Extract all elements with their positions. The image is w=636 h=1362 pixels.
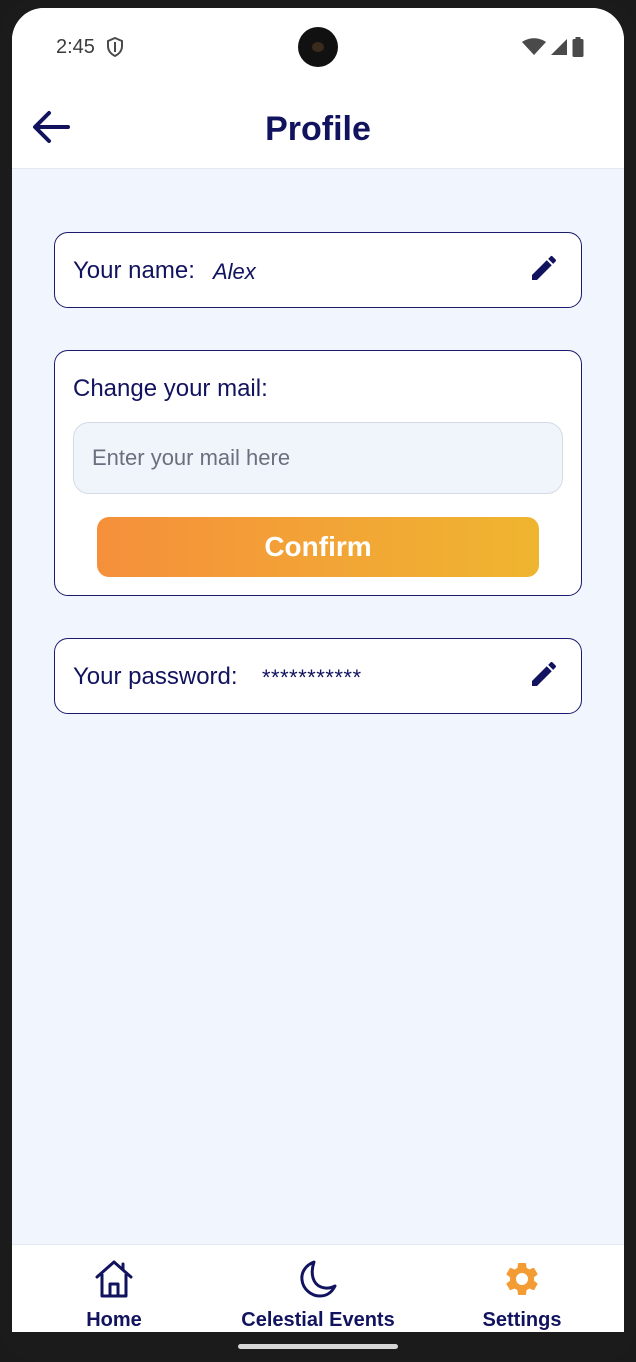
- signal-icon: [550, 38, 568, 61]
- confirm-button[interactable]: Confirm: [97, 517, 539, 577]
- nav-item-settings[interactable]: Settings: [462, 1245, 582, 1332]
- nav-label-home: Home: [86, 1309, 142, 1331]
- mail-card: Change your mail: Confirm: [54, 350, 582, 596]
- battery-icon: [572, 37, 584, 62]
- nav-label-celestial-events: Celestial Events: [241, 1309, 395, 1331]
- wifi-icon: [522, 38, 546, 61]
- status-bar: 2:45: [12, 8, 624, 88]
- gear-icon: [502, 1259, 542, 1304]
- email-field[interactable]: [73, 422, 563, 494]
- app-bar: Profile: [12, 88, 624, 169]
- pencil-icon: [528, 252, 560, 289]
- password-label: Your password:: [73, 663, 238, 690]
- bottom-nav: Home Celestial Events Settings: [12, 1244, 624, 1332]
- home-indicator: [238, 1344, 398, 1349]
- password-value: ***********: [261, 665, 361, 690]
- edit-name-button[interactable]: [525, 251, 563, 289]
- status-time: 2:45: [56, 36, 95, 58]
- status-icons: [522, 37, 584, 62]
- page-title: Profile: [265, 110, 371, 148]
- edit-password-button[interactable]: [525, 657, 563, 695]
- name-card: Your name: Alex: [54, 232, 582, 308]
- moon-icon: [298, 1259, 338, 1304]
- shield-icon: [106, 36, 124, 62]
- front-camera: [298, 27, 338, 67]
- mail-label: Change your mail:: [73, 375, 268, 402]
- name-value: Alex: [213, 259, 256, 284]
- pencil-icon: [528, 658, 560, 695]
- screen: 2:45 Profile Your name: Alex Change your…: [12, 8, 624, 1332]
- nav-label-settings: Settings: [482, 1309, 562, 1331]
- name-label: Your name:: [73, 257, 195, 284]
- password-card: Your password: ***********: [54, 638, 582, 714]
- nav-item-celestial-events[interactable]: Celestial Events: [228, 1245, 408, 1332]
- device-frame: 2:45 Profile Your name: Alex Change your…: [0, 0, 636, 1362]
- nav-item-home[interactable]: Home: [54, 1245, 174, 1332]
- home-icon: [93, 1259, 135, 1304]
